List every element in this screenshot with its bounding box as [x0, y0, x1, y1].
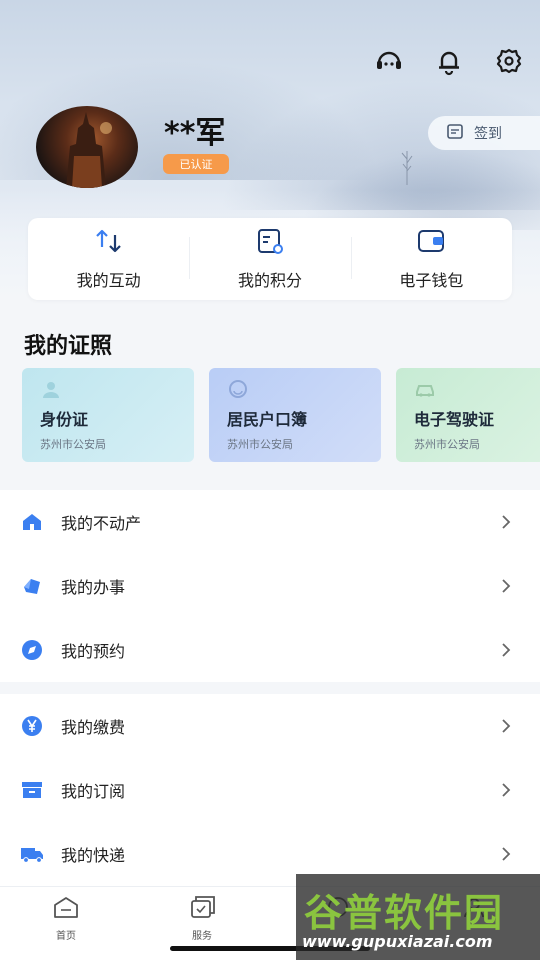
points-icon — [254, 227, 286, 259]
checkin-label: 签到 — [474, 126, 502, 142]
menu-item-label: 我的预约 — [61, 642, 126, 661]
quick-actions: 我的互动 我的积分 电子钱包 — [28, 218, 512, 300]
menu-group-1: 我的不动产 我的办事 我的预约 — [0, 490, 540, 682]
certificate-list: 身份证 苏州市公安局 居民户口簿 苏州市公安局 电子驾驶证 苏州市公安局 — [22, 368, 540, 462]
chevron-right-icon — [502, 643, 511, 657]
calendar-icon — [446, 122, 464, 144]
certificate-name: 居民户口簿 — [227, 410, 308, 429]
service-icon — [188, 895, 216, 923]
car-icon — [414, 378, 436, 400]
quick-action-wallet[interactable]: 电子钱包 — [350, 227, 512, 291]
menu-item-label: 我的不动产 — [61, 514, 142, 533]
certificate-issuer: 苏州市公安局 — [227, 438, 293, 451]
quick-action-interaction[interactable]: 我的互动 — [28, 227, 189, 291]
customer-service-icon[interactable] — [372, 44, 406, 78]
house-icon — [20, 510, 44, 534]
chevron-right-icon — [502, 719, 511, 733]
menu-item-label: 我的订阅 — [61, 782, 126, 801]
menu-item-affairs[interactable]: 我的办事 — [0, 554, 540, 618]
certificate-issuer: 苏州市公安局 — [40, 438, 106, 451]
chevron-right-icon — [502, 579, 511, 593]
certificate-card-license[interactable]: 电子驾驶证 苏州市公安局 — [396, 368, 540, 462]
bell-icon[interactable] — [432, 44, 466, 78]
certificate-name: 电子驾驶证 — [414, 410, 495, 429]
truck-icon — [20, 842, 44, 866]
top-icon-bar — [372, 44, 526, 78]
menu-item-label: 我的缴费 — [61, 718, 126, 737]
tab-label: 首页 — [56, 931, 76, 942]
avatar[interactable] — [36, 106, 138, 188]
face-icon — [227, 378, 249, 400]
gear-icon[interactable] — [492, 44, 526, 78]
person-icon — [40, 378, 62, 400]
menu-item-payment[interactable]: 我的缴费 — [0, 694, 540, 758]
tag-icon — [20, 574, 44, 598]
menu-group-2: 我的缴费 我的订阅 我的快递 — [0, 694, 540, 886]
verified-badge: 已认证 — [163, 154, 229, 174]
yen-icon — [20, 714, 44, 738]
tab-home[interactable]: 首页 — [36, 895, 96, 942]
watermark-url: www.gupuxiazai.com — [302, 932, 493, 951]
watermark-title: 谷普软件园 — [304, 891, 505, 935]
interaction-icon — [93, 227, 125, 259]
menu-item-appointment[interactable]: 我的预约 — [0, 618, 540, 682]
quick-action-label: 我的积分 — [237, 271, 302, 290]
wallet-icon — [415, 227, 447, 259]
home-icon — [52, 895, 80, 923]
menu-item-real-estate[interactable]: 我的不动产 — [0, 490, 540, 554]
menu-item-label: 我的快递 — [61, 846, 126, 865]
tab-label: 服务 — [192, 931, 212, 942]
certificates-title: 我的证照 — [24, 334, 113, 359]
chevron-right-icon — [502, 515, 511, 529]
watermark: 谷普软件园 www.gupuxiazai.com — [296, 874, 540, 960]
certificate-card-household[interactable]: 居民户口簿 苏州市公安局 — [209, 368, 381, 462]
chevron-right-icon — [502, 847, 511, 861]
tab-service[interactable]: 服务 — [172, 895, 232, 942]
quick-action-points[interactable]: 我的积分 — [189, 227, 350, 291]
compass-icon — [20, 638, 44, 662]
menu-item-subscription[interactable]: 我的订阅 — [0, 758, 540, 822]
certificate-name: 身份证 — [40, 410, 89, 429]
archive-icon — [20, 778, 44, 802]
certificate-card-id[interactable]: 身份证 苏州市公安局 — [22, 368, 194, 462]
menu-item-label: 我的办事 — [61, 578, 126, 597]
quick-action-label: 我的互动 — [76, 271, 141, 290]
checkin-button[interactable]: 签到 — [428, 116, 540, 150]
quick-action-label: 电子钱包 — [399, 271, 464, 290]
certificate-issuer: 苏州市公安局 — [414, 438, 480, 451]
tree-decoration — [401, 151, 413, 185]
username: **军 — [164, 116, 226, 151]
chevron-right-icon — [502, 783, 511, 797]
